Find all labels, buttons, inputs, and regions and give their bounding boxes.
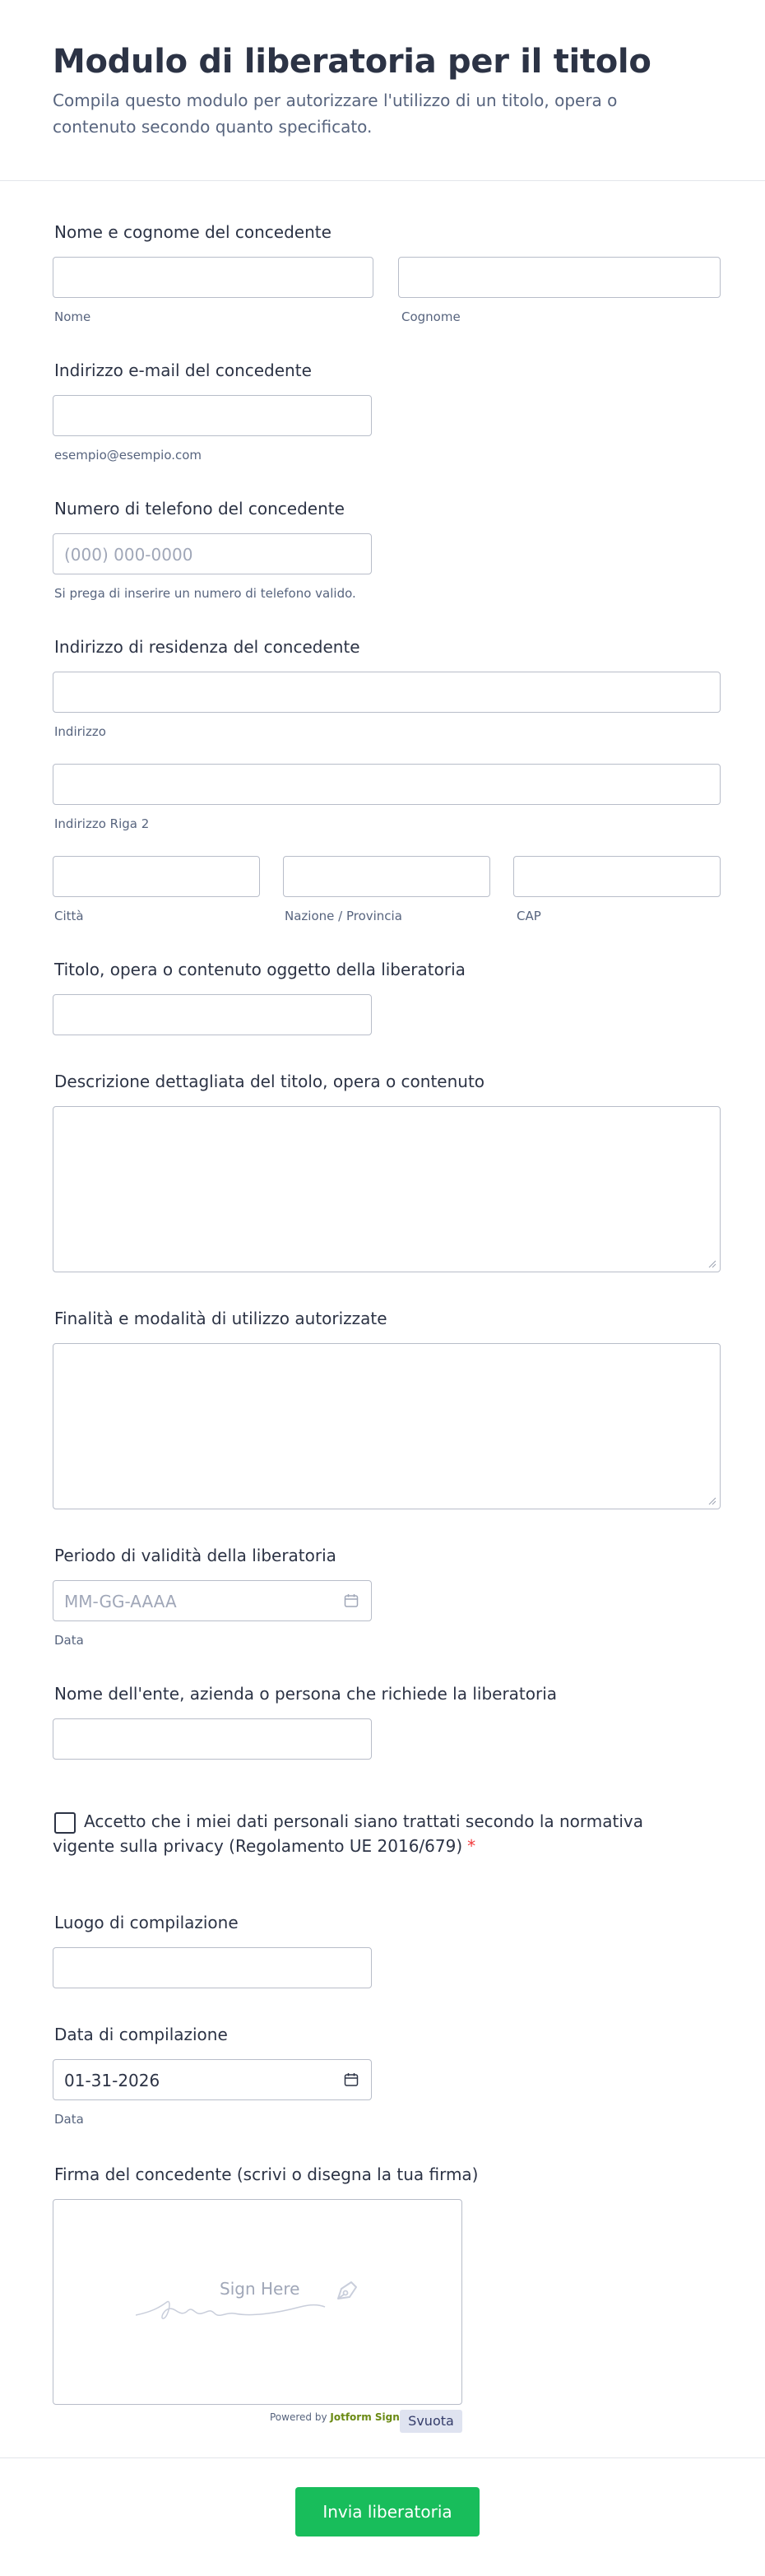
address-label: Indirizzo di residenza del concedente xyxy=(54,637,360,657)
validity-placeholder: MM-GG-AAAA xyxy=(64,1592,177,1611)
powered-prefix: Powered by xyxy=(270,2411,327,2423)
state-sublabel: Nazione / Provincia xyxy=(285,909,402,923)
phone-sublabel: Si prega di inserire un numero di telefo… xyxy=(54,586,356,601)
powered-by: Powered by Jotform Sign xyxy=(270,2411,400,2423)
street-address-line2-input[interactable] xyxy=(53,764,721,805)
compile-date-sublabel: Data xyxy=(54,2112,84,2127)
powered-brand[interactable]: Jotform Sign xyxy=(330,2411,399,2423)
title-item-label: Titolo, opera o contenuto oggetto della … xyxy=(54,960,466,979)
compile-date-value: 01-31-2026 xyxy=(64,2071,160,2090)
validity-label: Periodo di validità della liberatoria xyxy=(54,1546,336,1565)
phone-placeholder: (000) 000-0000 xyxy=(64,545,193,565)
purposes-label: Finalità e modalità di utilizzo autorizz… xyxy=(54,1309,387,1328)
phone-input[interactable]: (000) 000-0000 xyxy=(53,533,372,574)
calendar-icon[interactable] xyxy=(343,2071,359,2088)
footer-divider xyxy=(0,2457,765,2458)
city-sublabel: Città xyxy=(54,909,84,923)
email-input[interactable] xyxy=(53,395,372,436)
consent-label: Accetto che i miei dati personali siano … xyxy=(53,1811,644,1856)
consent-text: Accetto che i miei dati personali siano … xyxy=(53,1809,645,1858)
resize-handle-icon[interactable] xyxy=(708,1260,716,1268)
last-name-input[interactable] xyxy=(398,257,721,298)
state-input[interactable] xyxy=(283,856,490,897)
validity-date-input[interactable]: MM-GG-AAAA xyxy=(53,1580,372,1621)
last-name-sublabel: Cognome xyxy=(401,309,461,324)
signature-label: Firma del concedente (scrivi o disegna l… xyxy=(54,2164,479,2184)
description-label: Descrizione dettagliata del titolo, oper… xyxy=(54,1072,485,1091)
form-header: Modulo di liberatoria per il titolo Comp… xyxy=(0,0,765,181)
requester-input[interactable] xyxy=(53,1718,372,1760)
title-item-input[interactable] xyxy=(53,994,372,1035)
validity-sublabel: Data xyxy=(54,1633,84,1648)
description-textarea[interactable] xyxy=(53,1106,721,1272)
form-subtitle: Compila questo modulo per autorizzare l'… xyxy=(53,91,618,137)
compile-date-input[interactable]: 01-31-2026 xyxy=(53,2059,372,2100)
zip-input[interactable] xyxy=(513,856,721,897)
pen-icon xyxy=(337,2281,357,2299)
form-title: Modulo di liberatoria per il titolo xyxy=(53,43,651,81)
place-input[interactable] xyxy=(53,1947,372,1988)
name-label: Nome e cognome del concedente xyxy=(54,222,332,242)
calendar-icon[interactable] xyxy=(343,1593,359,1609)
street-address-sublabel: Indirizzo xyxy=(54,724,106,739)
signature-pad[interactable]: Sign Here xyxy=(53,2199,462,2405)
clear-signature-button[interactable]: Svuota xyxy=(400,2410,462,2433)
signature-placeholder: Sign Here xyxy=(220,2279,300,2299)
first-name-input[interactable] xyxy=(53,257,373,298)
email-sublabel: esempio@esempio.com xyxy=(54,448,202,463)
submit-button[interactable]: Invia liberatoria xyxy=(295,2487,480,2536)
email-label: Indirizzo e-mail del concedente xyxy=(54,360,312,380)
requester-label: Nome dell'ente, azienda o persona che ri… xyxy=(54,1684,558,1704)
street-address-line2-sublabel: Indirizzo Riga 2 xyxy=(54,816,150,831)
city-input[interactable] xyxy=(53,856,260,897)
zip-sublabel: CAP xyxy=(517,909,541,923)
place-label: Luogo di compilazione xyxy=(54,1913,239,1932)
phone-label: Numero di telefono del concedente xyxy=(54,499,345,518)
street-address-input[interactable] xyxy=(53,672,721,713)
first-name-sublabel: Nome xyxy=(54,309,91,324)
required-mark: * xyxy=(467,1836,476,1856)
resize-handle-icon[interactable] xyxy=(708,1497,716,1505)
compile-date-label: Data di compilazione xyxy=(54,2025,228,2044)
purposes-textarea[interactable] xyxy=(53,1343,721,1509)
